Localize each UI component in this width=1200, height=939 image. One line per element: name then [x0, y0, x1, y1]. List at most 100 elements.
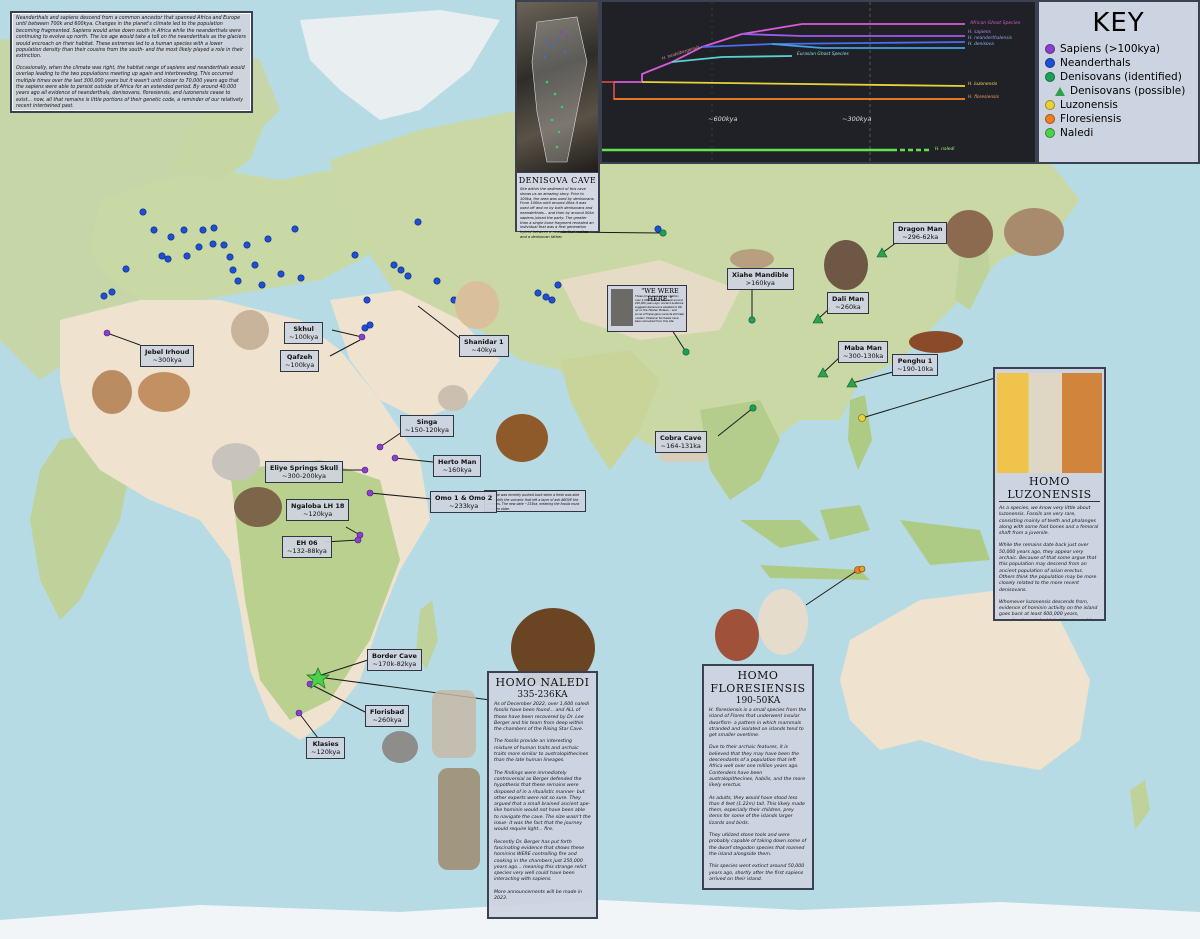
footprint-photo	[611, 289, 633, 326]
naledi-panel: HOMO NALEDI 335-236KA As of December 202…	[487, 671, 598, 919]
site-age: ~100kya	[289, 333, 319, 341]
neanderthal-site-dot	[122, 265, 130, 273]
site-label-qafzeh: Qafzeh ~100kya	[280, 350, 320, 372]
key-item-label: Luzonensis	[1060, 99, 1118, 111]
key-item-naledi: Naledi	[1045, 126, 1198, 140]
map-key: KEY Sapiens (>100kya) Neanderthals Denis…	[1037, 0, 1200, 164]
naledi-paragraph: As of December 2022, over 1,600 naledi f…	[494, 702, 590, 733]
site-name: Maba Man	[844, 344, 882, 352]
cave-text: Site within the sediment of this cave sh…	[520, 187, 595, 239]
site-label-singa: Singa ~150-120kya	[400, 415, 454, 437]
site-name: Qafzeh	[286, 353, 313, 361]
site-age: ~300-200kya	[282, 472, 327, 480]
luzonensis-paragraph: While the remains date back just over 50…	[999, 543, 1097, 593]
neanderthal-site-dot	[229, 266, 237, 274]
site-age: ~300-130ka	[843, 352, 884, 360]
skull-icon	[92, 370, 132, 414]
site-age: ~160kya	[442, 466, 472, 474]
neanderthal-site-dot	[548, 296, 556, 304]
luzonensis-panel: HOMO LUZONENSIS As a species, we know ve…	[993, 367, 1106, 621]
green-triangle-icon	[1055, 86, 1065, 96]
denisovan-site-dot	[748, 316, 756, 324]
naledi-foot-bones-icon	[438, 768, 480, 870]
intro-paragraph: Occasionally, when the climate was right…	[16, 65, 245, 110]
yellow-dot-icon	[1045, 100, 1055, 110]
mandible-icon	[730, 249, 774, 269]
timeline-species-label: H. floresiensis	[968, 95, 999, 100]
naledi-paragraph: The fossils provide an interesting mixtu…	[494, 739, 589, 764]
neanderthal-site-dot	[297, 274, 305, 282]
site-name: Dali Man	[832, 295, 864, 303]
key-item-denisovans-identified: Denisovans (identified)	[1045, 70, 1198, 84]
site-age: ~260ka	[835, 303, 861, 311]
neanderthal-site-dot	[542, 293, 550, 301]
neanderthal-site-dot	[534, 289, 542, 297]
site-age: ~120kya	[303, 510, 333, 518]
neanderthal-site-dot	[139, 208, 147, 216]
neanderthal-site-dot	[277, 270, 285, 278]
site-name: Ngaloba LH 18	[291, 502, 345, 510]
site-name: Eliye Springs Skull	[270, 464, 339, 472]
site-name: Dragon Man	[898, 225, 943, 233]
skull-icon	[824, 240, 868, 290]
site-label-xiahe: Xiahe Mandible >160kya	[727, 268, 794, 290]
neanderthal-site-dot	[150, 226, 158, 234]
site-label-skhul: Skhul ~100kya	[284, 322, 324, 344]
skull-icon	[438, 385, 468, 411]
neanderthal-site-dot	[363, 296, 371, 304]
sapiens-site-dot	[354, 536, 362, 544]
neanderthal-site-dot	[258, 281, 266, 289]
site-label-eh06: EH 06 ~132-88kya	[282, 536, 332, 558]
floresiensis-panel: HOMO FLORESIENSIS 190-50KA H. floresiens…	[702, 664, 814, 890]
key-title: KEY	[1092, 8, 1145, 38]
site-name: Omo 1 & Omo 2	[435, 494, 493, 502]
floresiensis-paragraph: They utilized stone tools and were proba…	[709, 833, 807, 857]
crossbones-skull-icon	[455, 281, 499, 329]
key-item-label: Sapiens (>100kya)	[1060, 43, 1160, 55]
neanderthal-site-dot	[183, 252, 191, 260]
site-label-florisbad: Florisbad ~260kya	[365, 705, 410, 727]
floresiensis-paragraph: H. floresiensis is a small species from …	[709, 708, 807, 739]
timeline-tick-label: ~300kya	[842, 115, 872, 123]
neanderthal-site-dot	[108, 288, 116, 296]
cave-map-icon	[531, 16, 588, 163]
key-item-denisovans-possible: Denisovans (possible)	[1055, 84, 1198, 98]
naledi-title: HOMO NALEDI	[495, 676, 590, 689]
site-label-maba-man: Maba Man ~300-130ka	[838, 341, 889, 363]
site-name: EH 06	[296, 539, 318, 547]
site-label-dragon-man: Dragon Man ~296-62ka	[893, 222, 948, 244]
green-dot-icon	[1045, 72, 1055, 82]
site-name: Cobra Cave	[660, 434, 702, 442]
site-name: Border Cave	[372, 652, 417, 660]
neanderthal-site-dot	[291, 225, 299, 233]
timeline-species-label: Eurasian Ghost Species	[797, 52, 849, 57]
cave-caption: DENISOVA CAVE Site within the sediment o…	[517, 172, 598, 239]
naledi-paragraph: Recently Dr. Berger has put forth fascin…	[494, 839, 587, 883]
key-item-sapiens: Sapiens (>100kya)	[1045, 42, 1198, 56]
site-name: Florisbad	[370, 708, 405, 716]
luzonensis-paragraph: Whomever luzonensis descends from, evide…	[999, 599, 1098, 619]
key-item-luzonensis: Luzonensis	[1045, 98, 1198, 112]
skull-icon	[231, 310, 269, 350]
neanderthal-site-dot	[167, 233, 175, 241]
denisovan-site-dot	[682, 348, 690, 356]
neanderthal-site-dot	[210, 224, 218, 232]
site-label-herto-man: Herto Man ~160kya	[433, 455, 482, 477]
floresiensis-skull-icon	[715, 609, 759, 661]
site-age: ~300kya	[152, 356, 182, 364]
skull-icon	[945, 210, 993, 258]
site-label-penghu: Penghu 1 ~190-10ka	[892, 354, 939, 376]
neanderthal-site-dot	[234, 277, 242, 285]
neanderthal-site-dot	[100, 292, 108, 300]
site-name: Jebel Irhoud	[145, 348, 190, 356]
site-label-dali-man: Dali Man ~260ka	[827, 292, 869, 314]
floresiensis-date: 190-50KA	[735, 696, 781, 706]
denisova-cave-panel: DENISOVA CAVE Site within the sediment o…	[515, 0, 600, 239]
key-item-label: Naledi	[1060, 127, 1094, 139]
site-name: Herto Man	[438, 458, 477, 466]
site-age: ~164-131ka	[660, 442, 701, 450]
denisovan-site-dot	[749, 404, 757, 412]
sapiens-site-dot	[361, 466, 369, 474]
sapiens-site-dot	[391, 454, 399, 462]
floresiensis-site-dot	[858, 565, 866, 573]
